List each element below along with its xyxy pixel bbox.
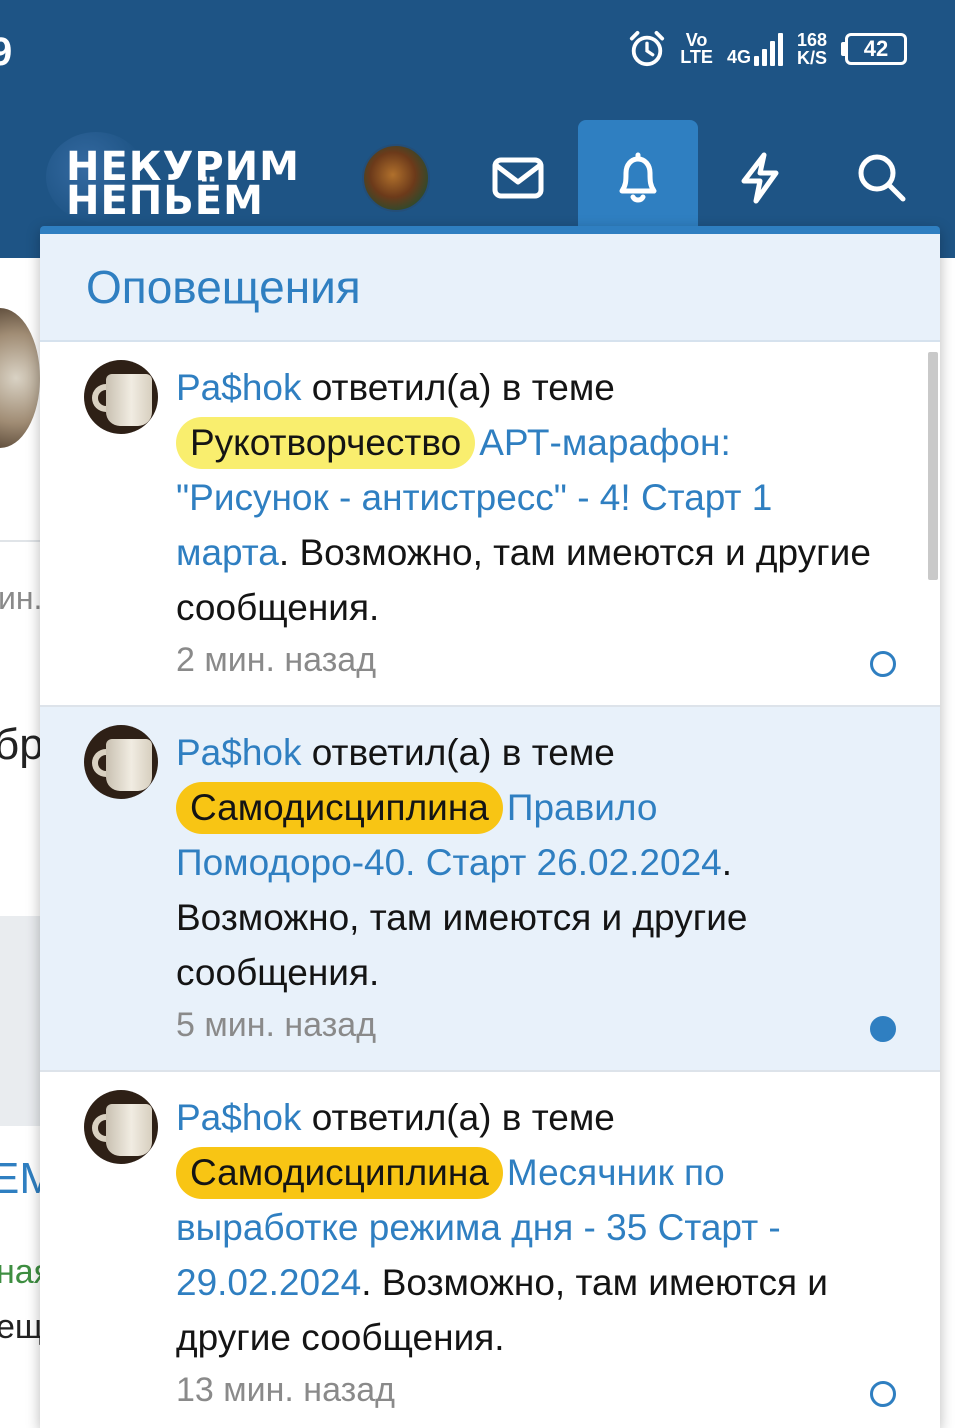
status-icons: Vo LTE 4G 168 K/S 42 bbox=[628, 30, 907, 68]
alert-avatar[interactable] bbox=[84, 360, 158, 434]
alert-time: 2 мин. назад bbox=[176, 641, 377, 679]
alert-time: 5 мин. назад bbox=[176, 1006, 377, 1044]
alert-time: 13 мин. назад bbox=[176, 1371, 395, 1409]
thread-prefix-tag: Самодисциплина bbox=[176, 1147, 503, 1199]
alerts-dropdown: Оповещения Pa$hok ответил(а) в теме Руко… bbox=[40, 226, 940, 1428]
envelope-icon bbox=[492, 157, 544, 199]
network-indicator: 4G bbox=[727, 32, 783, 66]
background-text: ин. bbox=[0, 580, 43, 616]
volte-bottom: LTE bbox=[680, 47, 713, 67]
alerts-header: Оповещения bbox=[40, 234, 940, 342]
alert-action-text: ответил(а) в теме bbox=[301, 367, 615, 408]
bolt-icon bbox=[741, 152, 779, 204]
speed-unit: K/S bbox=[796, 48, 827, 68]
signal-bars-icon bbox=[753, 32, 783, 66]
alert-item[interactable]: Pa$hok ответил(а) в теме Самодисциплина П… bbox=[40, 707, 940, 1072]
alert-action-text: ответил(а) в теме bbox=[301, 1097, 615, 1138]
background-text: ещ bbox=[0, 1308, 43, 1346]
alarm-icon bbox=[630, 30, 665, 67]
status-bar: 9 Vo LTE 4G 168 K/S 42 bbox=[0, 0, 955, 110]
alert-user-link[interactable]: Pa$hok bbox=[176, 367, 302, 408]
inbox-button[interactable] bbox=[458, 120, 578, 236]
alert-item[interactable]: Pa$hok ответил(а) в теме Рукотворчество А… bbox=[40, 342, 940, 707]
status-time: 9 bbox=[0, 30, 13, 74]
alert-user-link[interactable]: Pa$hok bbox=[176, 732, 302, 773]
scrollbar[interactable] bbox=[928, 352, 938, 580]
background-text: бр bbox=[0, 720, 44, 769]
mark-read-toggle[interactable] bbox=[870, 1016, 896, 1042]
user-avatar[interactable] bbox=[362, 144, 430, 212]
thread-prefix-tag: Рукотворчество bbox=[176, 417, 476, 469]
speed-value: 168 bbox=[796, 30, 827, 50]
alert-suffix-text: . Возможно, там имеются и другие сообщен… bbox=[176, 532, 871, 628]
mark-read-toggle[interactable] bbox=[870, 651, 896, 677]
bell-icon bbox=[619, 152, 657, 203]
search-button[interactable] bbox=[822, 120, 942, 236]
alert-user-link[interactable]: Pa$hok bbox=[176, 1097, 302, 1138]
alert-action-text: ответил(а) в теме bbox=[301, 732, 615, 773]
whats-new-button[interactable] bbox=[700, 120, 820, 236]
mark-read-toggle[interactable] bbox=[870, 1381, 896, 1407]
network-speed: 168 K/S bbox=[797, 31, 827, 67]
alerts-button[interactable] bbox=[578, 120, 698, 236]
search-icon bbox=[858, 154, 906, 202]
alert-item[interactable]: Pa$hok ответил(а) в теме Самодисциплина М… bbox=[40, 1072, 940, 1428]
site-logo[interactable]: НЕКУРИМ НЕПЬЁМ bbox=[66, 147, 300, 221]
battery-icon: 42 bbox=[841, 33, 907, 65]
battery-level: 42 bbox=[845, 33, 907, 65]
alert-avatar[interactable] bbox=[84, 725, 158, 799]
thread-prefix-tag: Самодисциплина bbox=[176, 782, 503, 834]
network-type: 4G bbox=[726, 47, 751, 67]
alert-avatar[interactable] bbox=[84, 1090, 158, 1164]
background-avatar bbox=[0, 308, 40, 448]
alerts-title: Оповещения bbox=[86, 261, 361, 313]
volte-indicator: Vo LTE bbox=[680, 31, 713, 67]
